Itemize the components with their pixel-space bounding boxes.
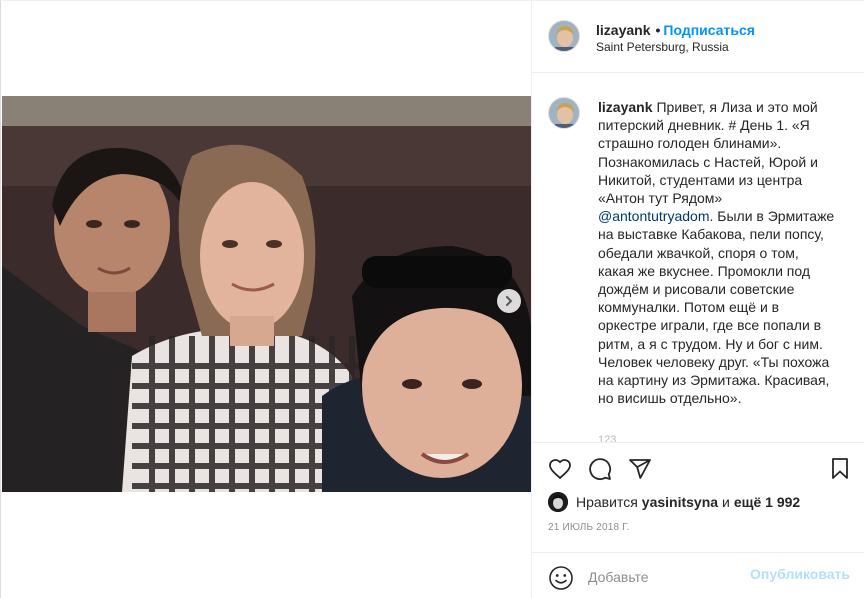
author-avatar[interactable] <box>548 20 580 52</box>
comment-timestamp-cut: 123 <box>598 434 617 442</box>
follow-button[interactable]: Подписаться <box>663 22 755 38</box>
header-title-row: lizayank • Подписаться <box>596 21 755 39</box>
post-actions: Нравится yasinitsyna и ещё 1 992 21 июль… <box>532 442 864 598</box>
post-dialog: lizayank • Подписаться Saint Petersburg, R… <box>0 0 864 598</box>
caption-mention-link[interactable]: @antontutryadom <box>598 208 710 224</box>
post-header: lizayank • Подписаться Saint Petersburg, R… <box>532 1 864 73</box>
comment-button[interactable] <box>588 457 612 481</box>
liker-username[interactable]: yasinitsyna <box>642 494 718 510</box>
chevron-right-icon <box>506 296 513 306</box>
publish-button[interactable]: Опубликовать <box>750 566 850 582</box>
author-username[interactable]: lizayank <box>596 22 650 38</box>
comments-area: lizayank Привет, я Лиза и это мой питерск… <box>532 74 864 442</box>
post-caption: lizayank Привет, я Лиза и это мой питерск… <box>598 98 838 407</box>
post-date[interactable]: 21 июль 2018 г. <box>548 522 630 533</box>
caption-username[interactable]: lizayank <box>598 99 652 115</box>
likes-prefix: Нравится <box>576 494 638 510</box>
author-avatar-image <box>549 21 579 51</box>
likes-summary: Нравится yasinitsyna и ещё 1 992 <box>548 491 804 513</box>
likes-conjunction: и <box>722 494 730 510</box>
smiley-icon <box>549 566 573 590</box>
save-button[interactable] <box>828 457 852 481</box>
share-button[interactable] <box>628 457 652 481</box>
like-button[interactable] <box>548 457 572 481</box>
post-side-panel: lizayank • Подписаться Saint Petersburg, R… <box>531 1 864 598</box>
add-comment-bar: Опубликовать <box>532 552 864 598</box>
caption-avatar-image <box>549 98 579 128</box>
media-pane <box>2 1 531 598</box>
bookmark-icon <box>832 458 848 479</box>
comment-icon <box>589 458 612 481</box>
caption-author-avatar[interactable] <box>548 97 580 129</box>
selfie-photo-illustration <box>2 96 531 492</box>
separator-dot: • <box>655 22 661 38</box>
share-icon <box>629 459 651 479</box>
location-link[interactable]: Saint Petersburg, Russia <box>596 39 729 55</box>
caption-text-part1: Привет, я Лиза и это мой питерский дневн… <box>598 99 818 207</box>
next-photo-button[interactable] <box>497 289 521 313</box>
caption-text-part2: . Были в Эрмитаже на выставке Кабакова, … <box>598 208 835 407</box>
liker-avatar[interactable] <box>548 492 568 512</box>
heart-icon <box>549 459 571 480</box>
likes-count-link[interactable]: ещё 1 992 <box>734 494 800 510</box>
liker-avatar-image <box>548 492 568 512</box>
emoji-button[interactable] <box>548 565 574 591</box>
post-photo[interactable] <box>2 96 531 492</box>
